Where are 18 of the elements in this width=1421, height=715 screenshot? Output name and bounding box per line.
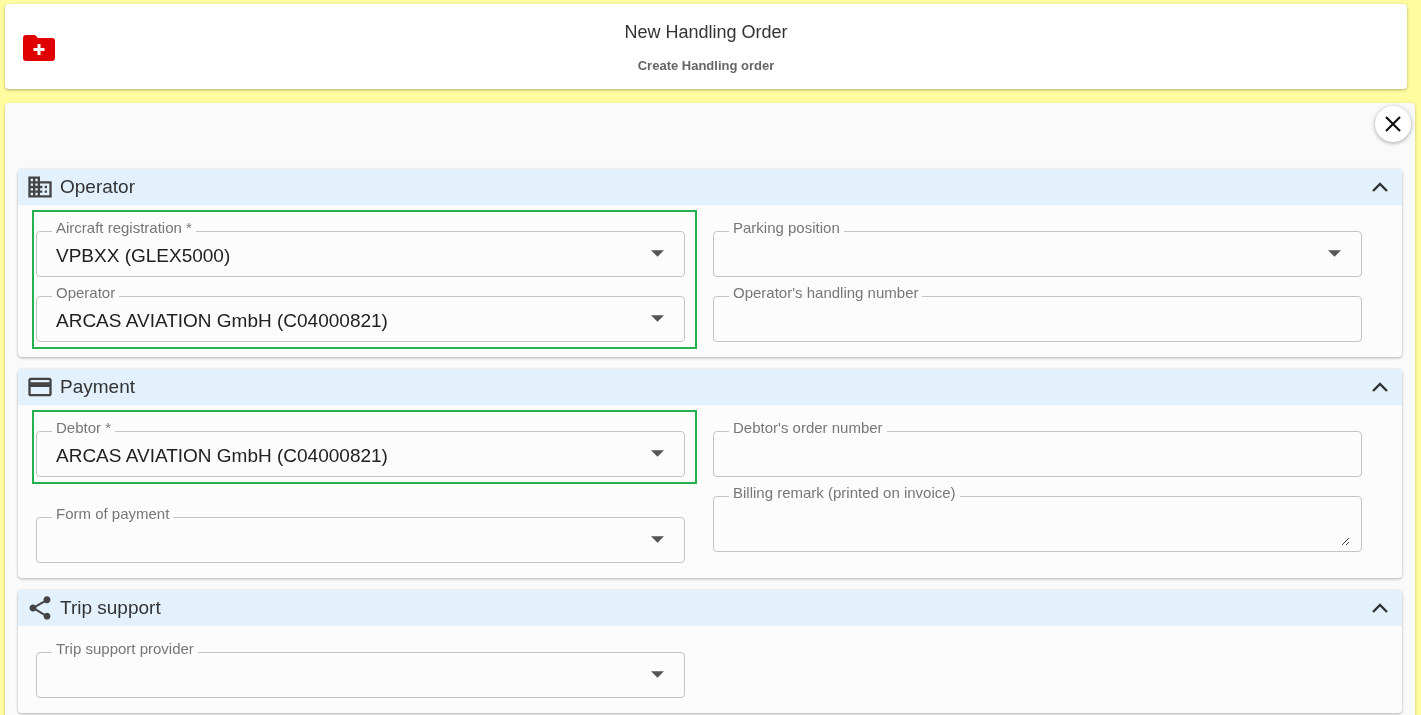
section-header[interactable]: Operator xyxy=(18,169,1402,205)
close-button[interactable] xyxy=(1375,106,1411,142)
caret-icon xyxy=(1328,250,1341,257)
folder-plus-icon xyxy=(23,35,55,61)
section-title: Trip support xyxy=(60,597,162,619)
section-header[interactable]: Trip support xyxy=(18,590,1402,626)
caret-icon xyxy=(651,536,664,543)
caret-icon xyxy=(651,250,664,257)
caret-icon xyxy=(651,671,664,678)
close-icon xyxy=(1383,114,1403,134)
section-title: Operator xyxy=(60,176,136,198)
page-subtitle: Create Handling order xyxy=(637,58,775,73)
resize-grip-icon xyxy=(1340,536,1350,546)
page-title: New Handling Order xyxy=(624,22,788,43)
section-header[interactable]: Payment xyxy=(18,369,1402,405)
caret-icon xyxy=(651,450,664,457)
caret-icon xyxy=(651,315,664,322)
section-title: Payment xyxy=(60,376,136,398)
